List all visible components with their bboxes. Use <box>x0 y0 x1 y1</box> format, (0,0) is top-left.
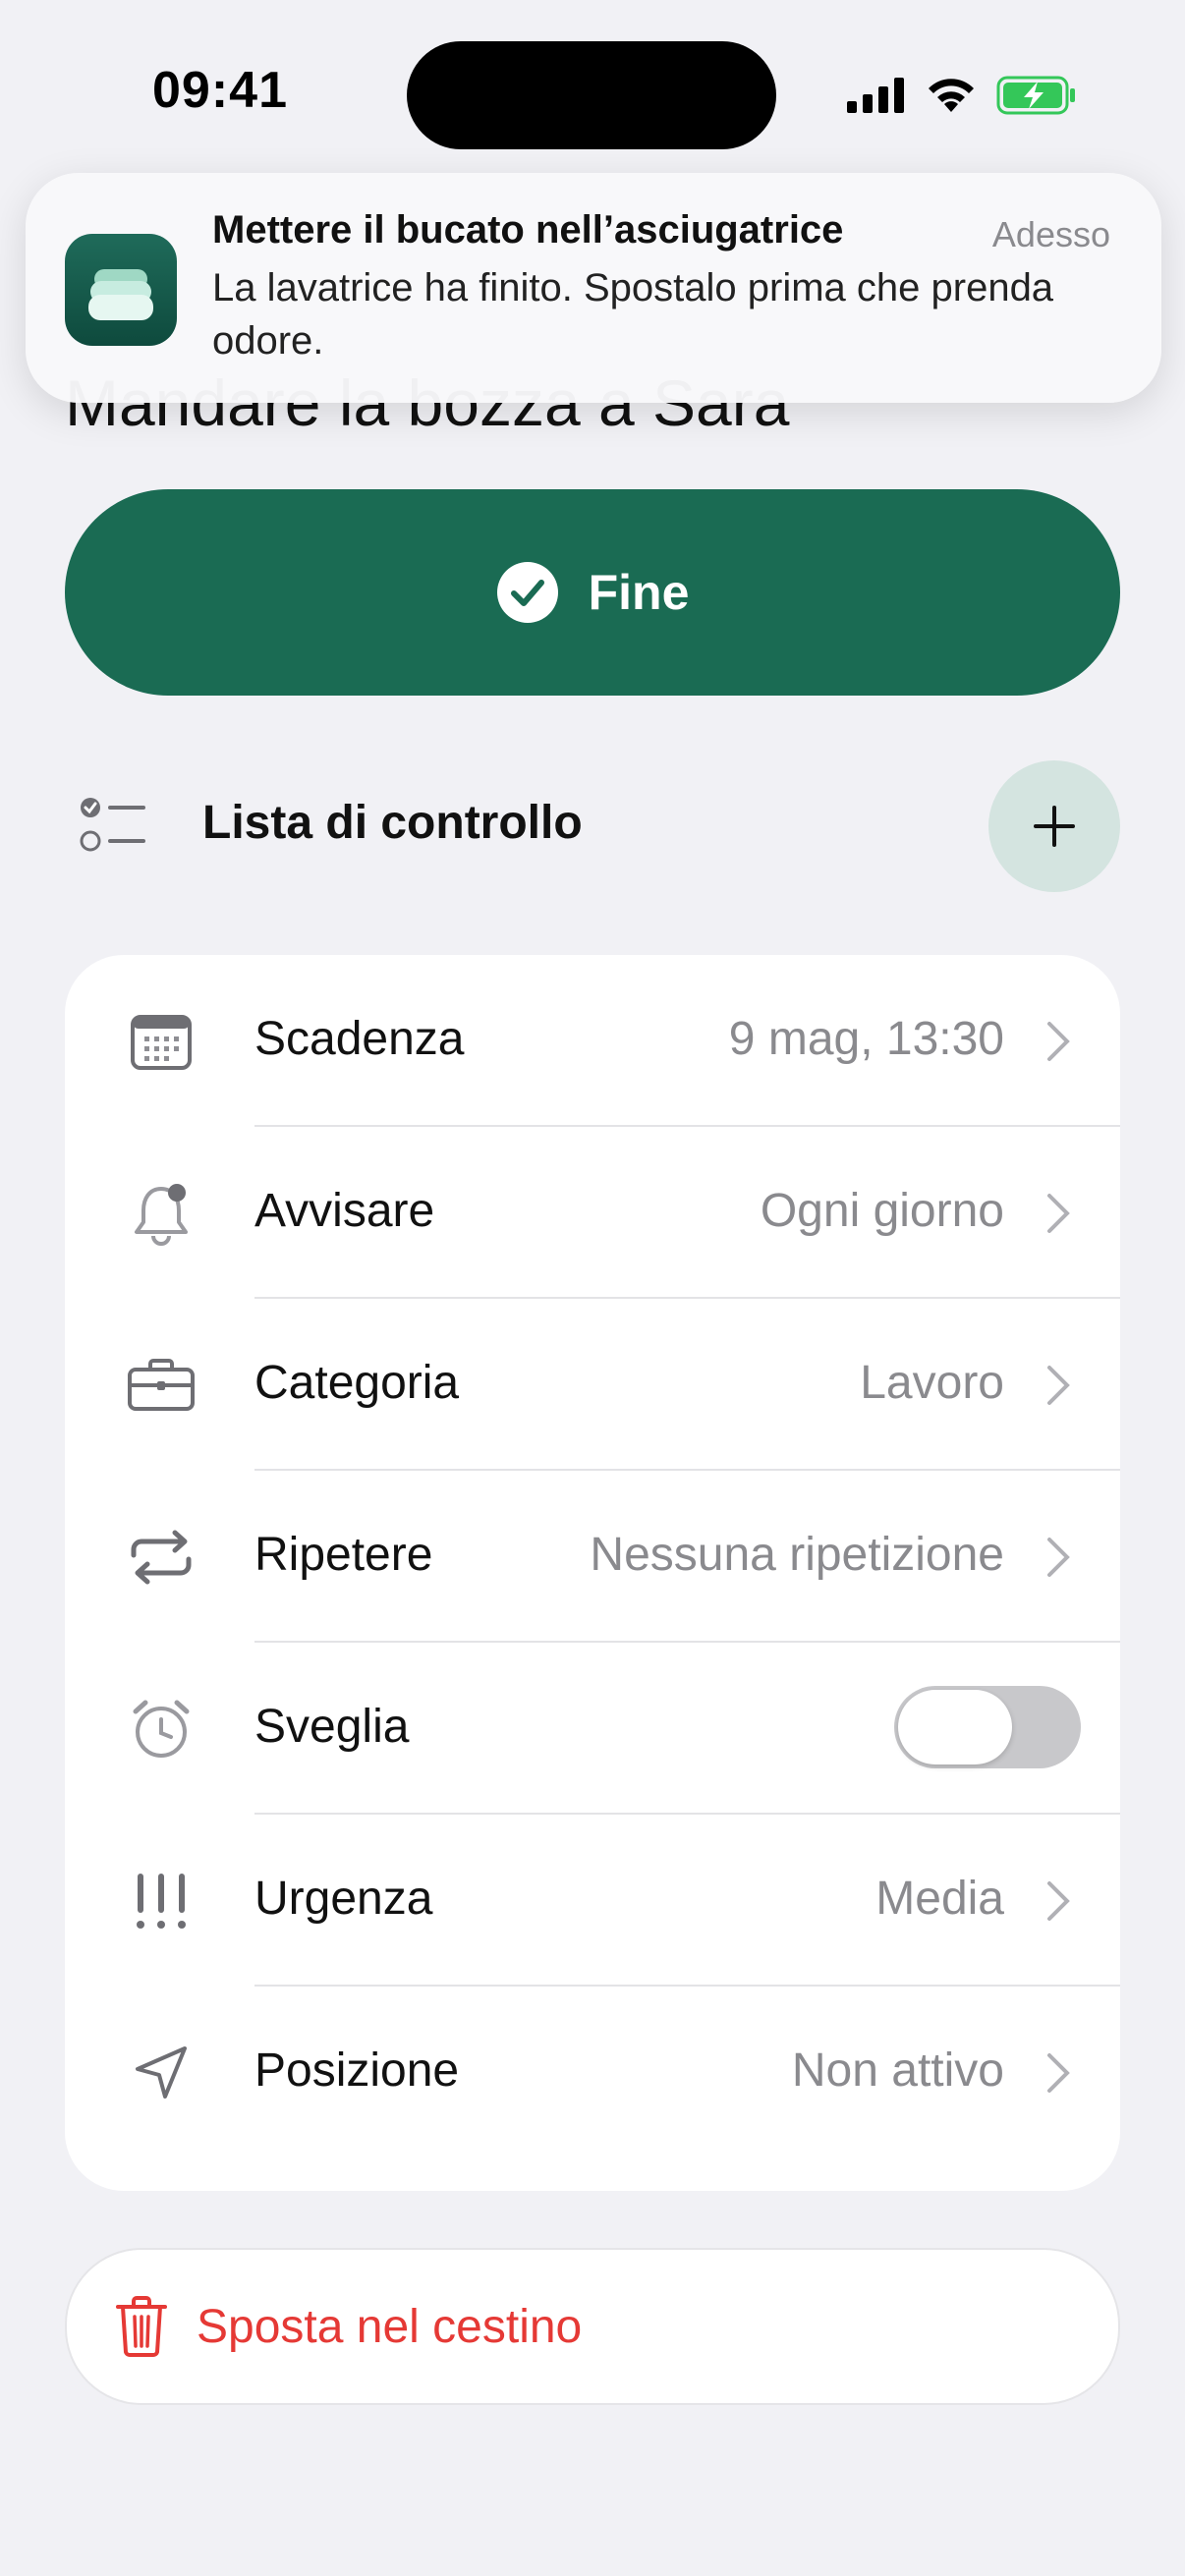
urgency-value: Media <box>875 1873 1004 1925</box>
calendar-icon <box>126 1006 197 1077</box>
chevron-right-icon <box>1047 1194 1070 1233</box>
notification-title: Mettere il bucato nell’asciugatrice <box>212 208 844 252</box>
move-to-trash-label: Sposta nel cestino <box>197 2300 583 2353</box>
category-label: Categoria <box>254 1357 460 1409</box>
status-time: 09:41 <box>152 62 288 119</box>
urgency-label: Urgenza <box>254 1873 433 1925</box>
checklist-icon <box>80 798 145 852</box>
repeat-value: Nessuna ripetizione <box>590 1529 1004 1581</box>
trash-icon <box>116 2296 167 2357</box>
cellular-signal-icon <box>847 78 904 113</box>
briefcase-icon <box>126 1350 197 1421</box>
bell-icon <box>126 1178 197 1249</box>
location-label: Posizione <box>254 2044 460 2097</box>
checkmark-circle-icon <box>496 562 558 623</box>
status-icons <box>847 71 1077 120</box>
app-icon <box>65 234 177 346</box>
task-settings-card: Scadenza 9 mag, 13:30 Avvisare Ogni gior… <box>65 955 1120 2191</box>
location-arrow-icon <box>126 2038 197 2108</box>
due-date-label: Scadenza <box>254 1013 465 1065</box>
plus-icon <box>1034 806 1075 847</box>
category-row[interactable]: Categoria Lavoro <box>65 1299 1120 1471</box>
done-button[interactable]: Fine <box>65 489 1120 696</box>
notification-banner[interactable]: Mettere il bucato nell’asciugatrice Ades… <box>26 173 1161 403</box>
alarm-clock-icon <box>126 1694 197 1764</box>
category-value: Lavoro <box>860 1357 1004 1409</box>
chevron-right-icon <box>1047 1538 1070 1577</box>
due-date-row[interactable]: Scadenza 9 mag, 13:30 <box>65 955 1120 1127</box>
due-date-value: 9 mag, 13:30 <box>728 1013 1004 1065</box>
urgency-row[interactable]: Urgenza Media <box>65 1815 1120 1987</box>
toggle-knob <box>898 1690 1012 1764</box>
notification-time: Adesso <box>991 214 1110 254</box>
checklist-label: Lista di controllo <box>202 797 583 849</box>
move-to-trash-button[interactable]: Sposta nel cestino <box>65 2248 1120 2405</box>
add-checklist-item-button[interactable] <box>988 760 1120 892</box>
location-value: Non attivo <box>791 2044 1004 2097</box>
chevron-right-icon <box>1047 2053 1070 2093</box>
repeat-row[interactable]: Ripetere Nessuna ripetizione <box>65 1471 1120 1643</box>
battery-charging-icon <box>996 76 1075 115</box>
alarm-row: Sveglia <box>65 1643 1120 1815</box>
reminder-value: Ogni giorno <box>760 1185 1004 1237</box>
repeat-label: Ripetere <box>254 1529 433 1581</box>
alarm-label: Sveglia <box>254 1701 410 1753</box>
chevron-right-icon <box>1047 1881 1070 1921</box>
dynamic-island <box>407 41 776 149</box>
wifi-icon <box>929 79 974 112</box>
reminder-label: Avvisare <box>254 1185 435 1237</box>
exclamation-icon <box>126 1866 197 1936</box>
repeat-icon <box>126 1522 197 1593</box>
chevron-right-icon <box>1047 1366 1070 1405</box>
done-button-label: Fine <box>588 565 690 620</box>
location-row[interactable]: Posizione Non attivo <box>65 1987 1120 2158</box>
notification-body: La lavatrice ha finito. Spostalo prima c… <box>212 266 1054 363</box>
alarm-toggle[interactable] <box>894 1686 1081 1768</box>
chevron-right-icon <box>1047 1022 1070 1061</box>
reminder-row[interactable]: Avvisare Ogni giorno <box>65 1127 1120 1299</box>
